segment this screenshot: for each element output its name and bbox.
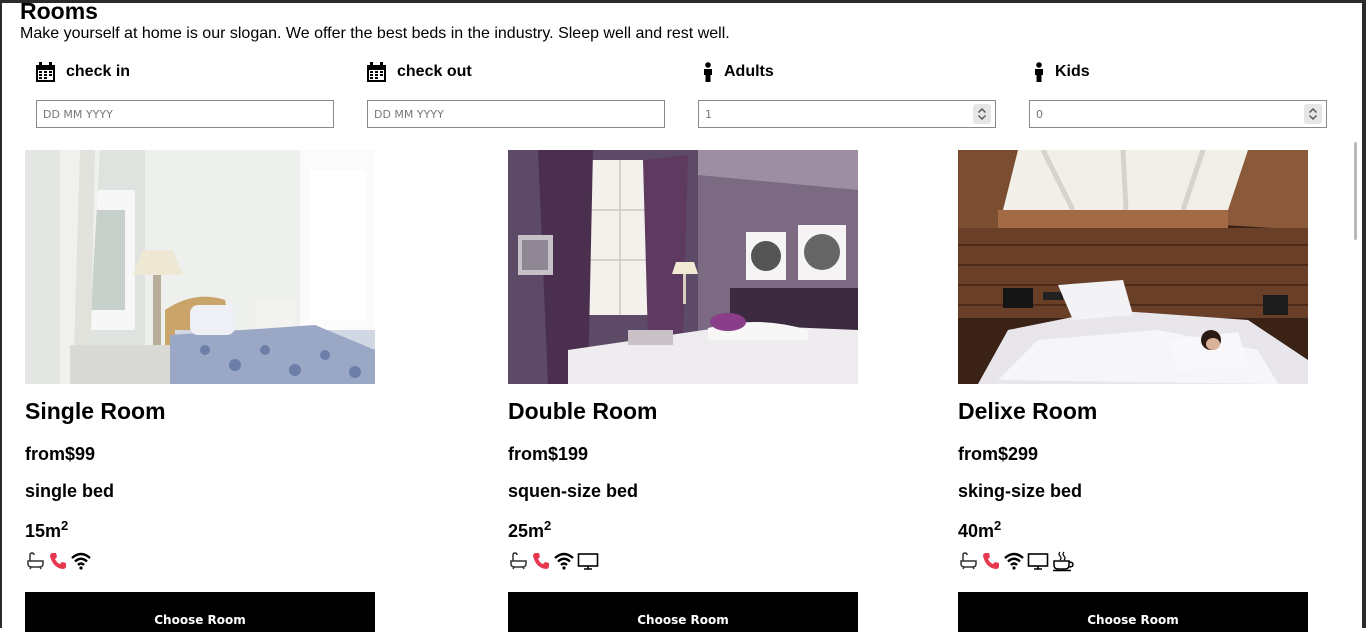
choose-room-button[interactable]: Choose Room (508, 592, 858, 632)
phone-icon (981, 551, 1001, 571)
bath-icon (958, 551, 978, 571)
check-in-label-text: check in (66, 63, 131, 80)
room-bed-type: single bed (25, 481, 115, 501)
room-name: Delixe Room (958, 398, 1098, 424)
scrollbar[interactable] (1354, 142, 1357, 240)
wifi-icon (554, 551, 574, 571)
tv-icon (1027, 551, 1049, 571)
kids-label-text: Kids (1055, 63, 1090, 80)
room-price: from$299 (958, 444, 1039, 464)
adults-value: 1 (705, 107, 712, 121)
room-price: from$199 (508, 444, 589, 464)
page-slogan: Make yourself at home is our slogan. We … (20, 25, 730, 42)
check-in-placeholder: DD MM YYYY (43, 107, 113, 121)
check-out-input[interactable]: DD MM YYYY (367, 100, 665, 128)
room-photo-delixe (958, 150, 1308, 384)
calendar-icon (366, 61, 387, 83)
person-icon (1033, 62, 1045, 82)
bath-icon (25, 551, 45, 571)
window-top-border (0, 0, 1366, 3)
room-card-single: Single Room from$99 single bed 15m2 Choo… (25, 150, 375, 632)
bath-icon (508, 551, 528, 571)
amenities-list (25, 550, 91, 572)
check-out-placeholder: DD MM YYYY (374, 107, 444, 121)
room-area: 25m2 (508, 518, 552, 541)
adults-label: Adults (702, 60, 774, 84)
phone-icon (48, 551, 68, 571)
room-photo-double (508, 150, 858, 384)
check-in-label: check in (35, 60, 130, 84)
spinner-arrows-icon[interactable] (1304, 104, 1322, 124)
kids-value: 0 (1036, 107, 1043, 121)
amenities-list (508, 550, 599, 572)
page-title: Rooms (20, 0, 98, 24)
amenities-list (958, 550, 1074, 572)
wifi-icon (71, 551, 91, 571)
kids-stepper[interactable]: 0 (1029, 100, 1327, 128)
kids-label: Kids (1033, 60, 1090, 84)
person-icon (702, 62, 714, 82)
check-in-input[interactable]: DD MM YYYY (36, 100, 334, 128)
room-photo-single (25, 150, 375, 384)
wifi-icon (1004, 551, 1024, 571)
window-left-border (0, 0, 2, 628)
adults-label-text: Adults (724, 63, 774, 80)
adults-stepper[interactable]: 1 (698, 100, 996, 128)
coffee-icon (1052, 550, 1074, 572)
room-bed-type: squen-size bed (508, 481, 639, 501)
room-name: Double Room (508, 398, 658, 424)
check-out-label-text: check out (397, 63, 472, 80)
room-price: from$99 (25, 444, 96, 464)
phone-icon (531, 551, 551, 571)
room-area: 40m2 (958, 518, 1002, 541)
tv-icon (577, 551, 599, 571)
check-out-label: check out (366, 60, 472, 84)
window-right-border (1362, 0, 1366, 628)
room-card-delixe: Delixe Room from$299 sking-size bed 40m2… (958, 150, 1308, 632)
calendar-icon (35, 61, 56, 83)
room-area: 15m2 (25, 518, 69, 541)
room-card-double: Double Room from$199 squen-size bed 25m2… (508, 150, 858, 632)
choose-room-button[interactable]: Choose Room (958, 592, 1308, 632)
spinner-arrows-icon[interactable] (973, 104, 991, 124)
room-bed-type: sking-size bed (958, 481, 1083, 501)
room-name: Single Room (25, 398, 166, 424)
choose-room-button[interactable]: Choose Room (25, 592, 375, 632)
